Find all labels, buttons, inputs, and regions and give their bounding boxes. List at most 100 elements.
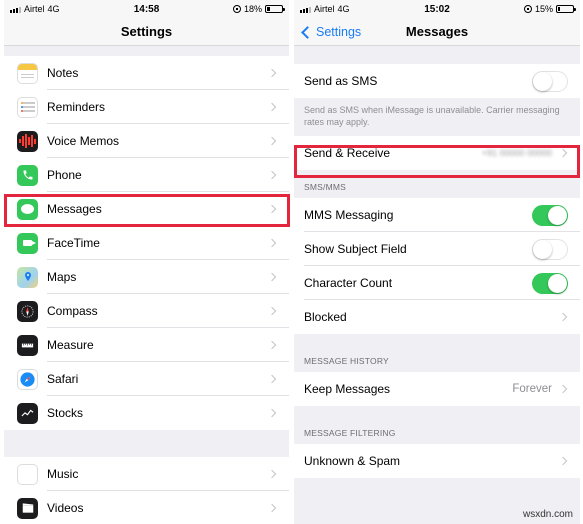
settings-item-stocks[interactable]: Stocks xyxy=(4,396,289,430)
character-count-label: Character Count xyxy=(304,276,393,290)
sms-footnote: Send as SMS when iMessage is unavailable… xyxy=(304,105,560,127)
settings-item-label: Notes xyxy=(47,66,79,80)
chevron-right-icon xyxy=(558,384,568,394)
carrier: Airtel xyxy=(24,4,45,14)
music-icon: ♫ xyxy=(17,463,38,485)
show-subject-label: Show Subject Field xyxy=(304,242,407,256)
unknown-spam-row[interactable]: Unknown & Spam xyxy=(294,444,580,478)
chevron-right-icon xyxy=(267,136,277,146)
send-receive-row[interactable]: Send & Receive +91 00000 00000 xyxy=(294,136,580,170)
keep-messages-label: Keep Messages xyxy=(304,382,391,396)
status-right: 18% xyxy=(232,4,285,14)
network: 4G xyxy=(337,4,350,14)
character-count-row: Character Count xyxy=(294,266,580,300)
chevron-right-icon xyxy=(267,204,277,214)
chevron-right-icon xyxy=(267,469,277,479)
settings-item-voice-memos[interactable]: Voice Memos xyxy=(4,124,289,158)
send-receive-label: Send & Receive xyxy=(304,146,391,160)
chevron-right-icon xyxy=(267,340,277,350)
maps-icon xyxy=(17,266,38,288)
send-as-sms-toggle[interactable] xyxy=(532,70,568,92)
settings-item-measure[interactable]: Measure xyxy=(4,328,289,362)
settings-item-phone[interactable]: Phone xyxy=(4,158,289,192)
chevron-right-icon xyxy=(267,272,277,282)
battery-icon xyxy=(556,5,576,13)
battery-percent: 18% xyxy=(243,4,262,14)
chevron-right-icon xyxy=(267,374,277,384)
message-filtering-header: MESSAGE FILTERING xyxy=(304,428,396,438)
sms-mms-header: SMS/MMS xyxy=(304,182,347,192)
network: 4G xyxy=(47,4,60,14)
settings-item-maps[interactable]: Maps xyxy=(4,260,289,294)
status-bar: Airtel 4G 14:58 18% xyxy=(4,0,289,18)
settings-item-videos[interactable]: Videos xyxy=(4,491,289,524)
chevron-right-icon xyxy=(267,503,277,513)
show-subject-row: Show Subject Field xyxy=(294,232,580,266)
settings-item-messages[interactable]: Messages xyxy=(4,192,289,226)
status-right: 15% xyxy=(523,4,576,14)
page-title: Settings xyxy=(120,24,173,39)
chevron-right-icon xyxy=(558,148,568,158)
signal-icon xyxy=(10,5,21,13)
back-button[interactable]: Settings xyxy=(300,18,361,46)
settings-item-label: Safari xyxy=(47,372,79,386)
phone-icon xyxy=(17,164,38,186)
chevron-left-icon xyxy=(301,25,314,39)
chevron-right-icon xyxy=(267,170,277,180)
compass-icon xyxy=(17,300,38,322)
notes-icon xyxy=(17,62,38,84)
chevron-right-icon xyxy=(267,102,277,112)
blocked-row[interactable]: Blocked xyxy=(294,300,580,334)
safari-icon xyxy=(17,368,38,390)
battery-percent: 15% xyxy=(534,4,553,14)
status-bar: Airtel 4G 15:02 15% xyxy=(294,0,580,18)
status-left: Airtel 4G xyxy=(300,4,350,14)
signal-icon xyxy=(300,5,311,13)
chevron-right-icon xyxy=(558,312,568,322)
settings-item-label: Compass xyxy=(47,304,98,318)
carrier: Airtel xyxy=(314,4,335,14)
voice-memos-icon xyxy=(17,130,38,152)
measure-icon xyxy=(17,334,38,356)
chevron-right-icon xyxy=(267,306,277,316)
unknown-spam-label: Unknown & Spam xyxy=(304,454,401,468)
chevron-right-icon xyxy=(558,456,568,466)
settings-item-label: Measure xyxy=(47,338,94,352)
settings-item-notes[interactable]: Notes xyxy=(4,56,289,90)
settings-item-compass[interactable]: Compass xyxy=(4,294,289,328)
mms-messaging-row: MMS Messaging xyxy=(294,198,580,232)
messages-settings-screen: Airtel 4G 15:02 15% Settings Messages Se… xyxy=(294,0,580,524)
settings-item-reminders[interactable]: Reminders xyxy=(4,90,289,124)
character-count-toggle[interactable] xyxy=(532,272,568,294)
settings-item-safari[interactable]: Safari xyxy=(4,362,289,396)
settings-item-label: Videos xyxy=(47,501,84,515)
reminders-icon xyxy=(17,96,38,118)
chevron-right-icon xyxy=(267,68,277,78)
settings-item-facetime[interactable]: FaceTime xyxy=(4,226,289,260)
message-history-header: MESSAGE HISTORY xyxy=(304,356,389,366)
mms-messaging-toggle[interactable] xyxy=(532,204,568,226)
settings-item-label: Voice Memos xyxy=(47,134,120,148)
keep-messages-value: Forever xyxy=(512,383,552,395)
send-receive-value: +91 00000 00000 xyxy=(481,148,552,158)
settings-screen: Airtel 4G 14:58 18% Settings Notes Remin… xyxy=(4,0,289,524)
send-as-sms-label: Send as SMS xyxy=(304,74,378,88)
show-subject-toggle[interactable] xyxy=(532,238,568,260)
status-left: Airtel 4G xyxy=(10,4,60,14)
settings-list-media: ♫ Music Videos xyxy=(4,457,289,524)
settings-item-label: Stocks xyxy=(47,406,84,420)
videos-icon xyxy=(17,497,38,519)
blocked-label: Blocked xyxy=(304,310,347,324)
settings-item-label: Reminders xyxy=(47,100,106,114)
back-label: Settings xyxy=(316,25,362,39)
settings-item-label: Music xyxy=(47,467,79,481)
keep-messages-row[interactable]: Keep Messages Forever xyxy=(294,372,580,406)
settings-item-music[interactable]: ♫ Music xyxy=(4,457,289,491)
nav-bar: Settings Messages xyxy=(294,18,580,46)
settings-item-label: Phone xyxy=(47,168,82,182)
facetime-icon xyxy=(17,232,38,254)
rotation-lock-icon xyxy=(232,5,241,13)
chevron-right-icon xyxy=(267,408,277,418)
settings-item-label: Messages xyxy=(47,202,102,216)
nav-bar: Settings xyxy=(4,18,289,46)
